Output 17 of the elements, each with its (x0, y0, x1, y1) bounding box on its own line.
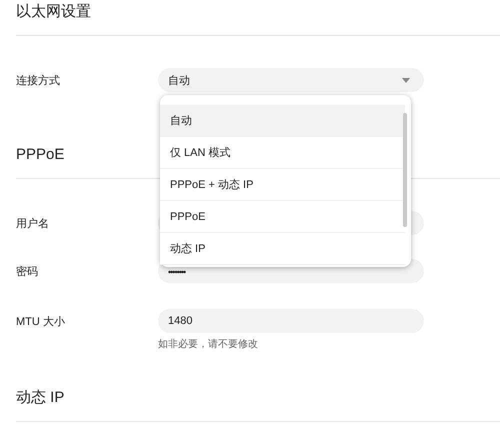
menu-item[interactable]: PPPoE + 动态 IP (160, 169, 405, 201)
field-label: 密码 (16, 264, 38, 278)
field-label: MTU 大小 (16, 314, 65, 328)
field-hint: 如非必要，请不要修改 (158, 338, 258, 351)
field-label: 连接方式 (16, 74, 60, 88)
field-label: 用户名 (16, 216, 49, 230)
section-title: 动态 IP (16, 388, 64, 408)
section-title: 以太网设置 (16, 2, 91, 22)
section-title: PPPoE (16, 145, 64, 165)
input-field[interactable]: 1480 (158, 309, 424, 333)
scrollbar[interactable] (403, 113, 407, 227)
caret-icon (402, 78, 410, 82)
menu-item[interactable]: 仅 LAN 模式 (160, 137, 405, 169)
menu-item[interactable]: 自动 (160, 105, 405, 137)
menu-item[interactable]: PPPoE (160, 201, 405, 233)
select-field[interactable]: 自动 (158, 68, 424, 92)
menu-item[interactable]: 动态 IP (160, 233, 405, 265)
